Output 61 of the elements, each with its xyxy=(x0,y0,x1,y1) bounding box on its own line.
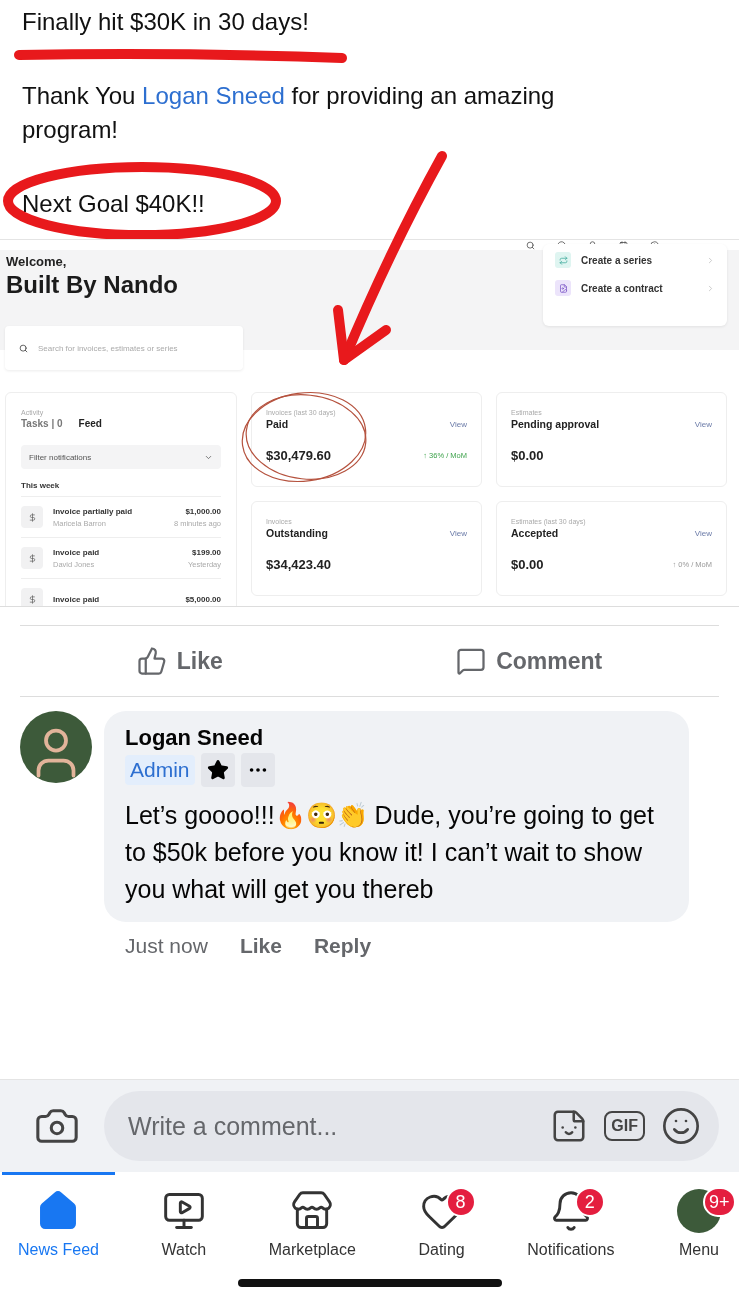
activity-title: Invoice paid xyxy=(53,594,101,604)
tab-bar-item[interactable]: Menu 9+ xyxy=(660,1172,737,1267)
comment-action[interactable]: Reply xyxy=(313,934,372,958)
activity-title: Invoice paid xyxy=(53,547,101,557)
like-icon xyxy=(136,646,167,676)
comment-button[interactable]: Comment xyxy=(450,645,609,677)
admin-badge: Admin xyxy=(125,755,195,785)
activity-amount: $199.00 xyxy=(192,547,221,557)
post-text: Finally hit $30K in 30 days! xyxy=(22,8,309,35)
view-link[interactable]: View xyxy=(449,419,467,429)
business-name: Built By Nando xyxy=(6,271,178,299)
tab-bar-item[interactable]: Dating 8 xyxy=(402,1172,481,1267)
series-icon xyxy=(555,252,571,268)
comment-time: Just now xyxy=(125,934,208,958)
notification-badge: 9+ xyxy=(702,1187,736,1217)
emoji-icon[interactable] xyxy=(661,1106,701,1146)
view-link[interactable]: View xyxy=(694,419,712,429)
card-title: Paid xyxy=(266,418,289,430)
activity-tab[interactable]: Tasks | 0 xyxy=(21,418,63,429)
card-title: Pending approval xyxy=(511,418,600,430)
card-amount: $0.00 xyxy=(511,448,544,463)
section-heading: This week xyxy=(21,481,61,490)
comment-icon xyxy=(456,646,487,676)
tab-bar-item[interactable]: Marketplace xyxy=(252,1172,372,1267)
card-amount: $34,423.40 xyxy=(266,557,332,572)
activity-tab[interactable]: Feed xyxy=(78,418,102,429)
activity-title: Invoice partially paid xyxy=(53,506,134,516)
like-button[interactable]: Like xyxy=(130,645,229,677)
gif-button[interactable]: GIF xyxy=(604,1111,645,1141)
comment-action[interactable]: Like xyxy=(239,934,282,958)
post-text: Next Goal $40K!! xyxy=(22,190,205,217)
tab-bar-item[interactable]: Watch xyxy=(145,1172,223,1267)
post-text: Thank You Logan Sneed for providing an amazing program! xyxy=(22,81,556,145)
comment-author[interactable]: Logan Sneed xyxy=(125,725,669,751)
chevron-icon xyxy=(706,255,715,265)
activity-amount: $5,000.00 xyxy=(185,594,221,604)
welcome-text: Welcome, xyxy=(6,254,68,269)
card-title: Outstanding xyxy=(266,527,328,539)
tab-bar-item[interactable]: Notifications 2 xyxy=(511,1172,631,1267)
quick-action-link[interactable]: Create a contract xyxy=(581,282,696,294)
notification-badge: 8 xyxy=(445,1187,476,1217)
dollar-icon xyxy=(21,506,43,528)
mention-link[interactable]: Logan Sneed xyxy=(142,82,285,109)
quick-action-link[interactable]: Create a series xyxy=(581,254,696,266)
card-amount: $0.00 xyxy=(511,557,544,572)
comment-text: Let’s goooo!!!🔥😳👏 Dude, you’re going to get to $50k before you know it! I can’t wait to show you what will get you thereb xyxy=(125,800,655,905)
view-link[interactable]: View xyxy=(449,528,467,538)
card-amount: $30,479.60 xyxy=(266,448,332,463)
dollar-icon xyxy=(21,547,43,569)
search-icon xyxy=(526,241,535,250)
activity-amount: $1,000.00 xyxy=(185,506,221,516)
filter-dropdown[interactable]: Filter notifications xyxy=(21,445,221,469)
contract-icon xyxy=(555,280,571,296)
view-link[interactable]: View xyxy=(694,528,712,538)
notification-badge: 2 xyxy=(574,1187,605,1217)
search-icon xyxy=(19,343,28,353)
tab-bar-item[interactable]: News Feed xyxy=(2,1172,115,1267)
chevron-icon xyxy=(706,283,715,293)
comment-field[interactable]: Write a comment... GIF xyxy=(104,1091,719,1161)
card-title: Accepted xyxy=(511,527,559,539)
more-icon[interactable] xyxy=(240,753,275,787)
